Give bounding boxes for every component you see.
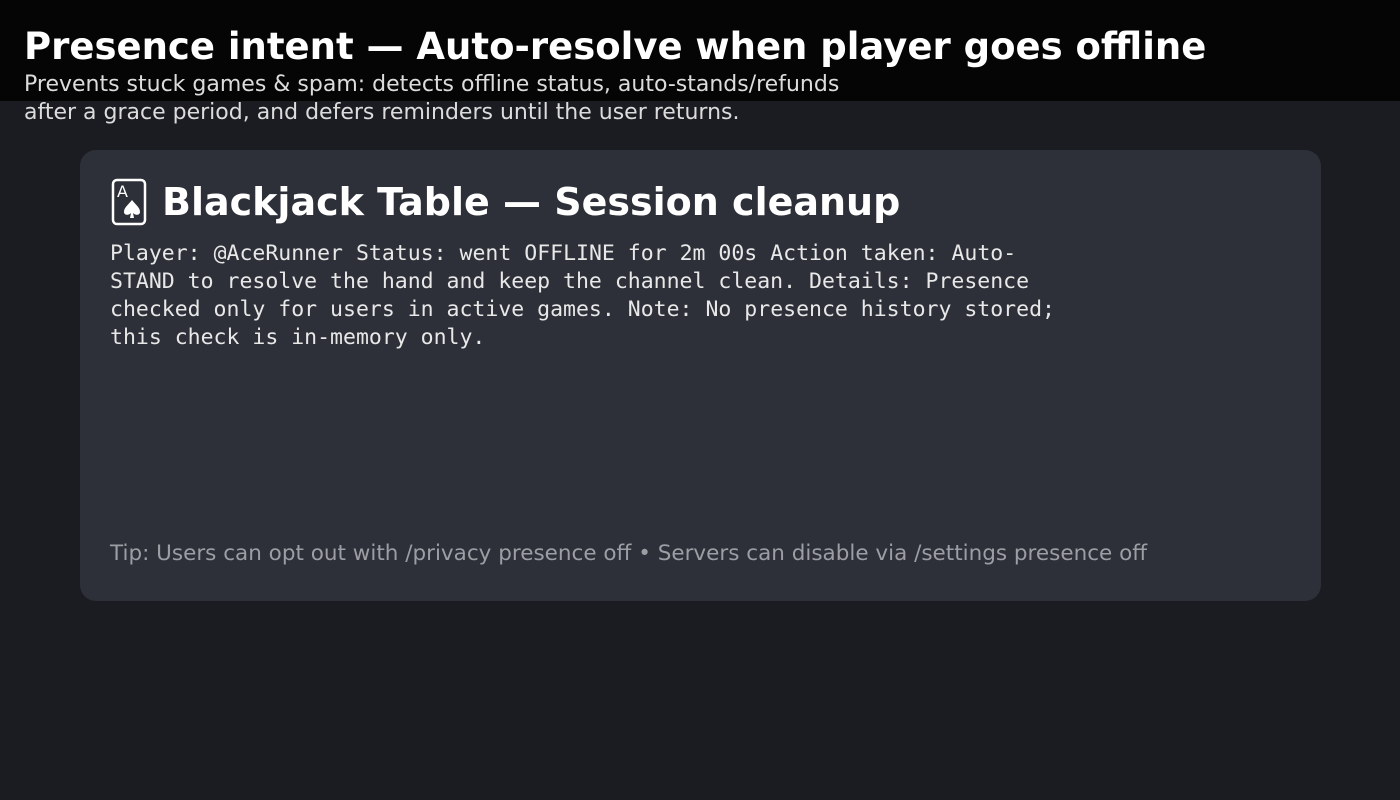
details-label: Details:: [809, 269, 913, 294]
action-label: Action taken:: [770, 241, 939, 266]
card-header: A Blackjack Table — Session cleanup: [110, 178, 900, 226]
playing-card-ace-of-spades-icon: A: [111, 178, 147, 226]
page-subtitle: Prevents stuck games & spam: detects off…: [24, 72, 840, 125]
tip-footer: Tip: Users can opt out with /privacy pre…: [110, 541, 1148, 566]
note-label: Note:: [627, 297, 693, 322]
page-header: Presence intent — Auto-resolve when play…: [0, 0, 1400, 125]
svg-text:A: A: [117, 182, 128, 201]
player-label: Player:: [110, 241, 201, 266]
session-details: Player: @AceRunner Status: went OFFLINE …: [110, 240, 1060, 352]
player-handle: @AceRunner: [213, 241, 344, 266]
card-title: Blackjack Table — Session cleanup: [162, 180, 901, 224]
session-cleanup-card: A Blackjack Table — Session cleanup Play…: [80, 150, 1321, 601]
status-value: went OFFLINE for 2m 00s: [459, 241, 758, 266]
status-label: Status:: [355, 241, 447, 266]
page-title: Presence intent — Auto-resolve when play…: [24, 25, 1207, 68]
